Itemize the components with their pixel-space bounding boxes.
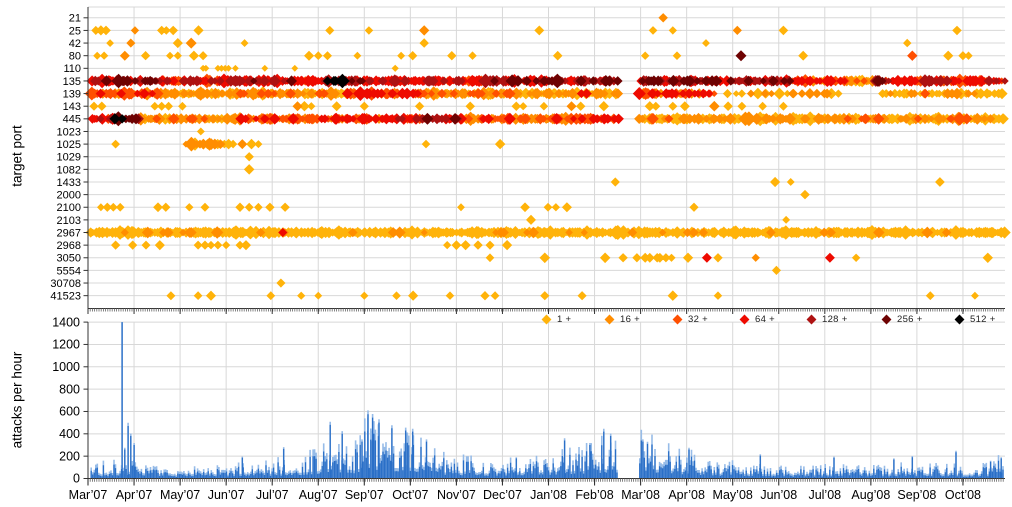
svg-text:May’08: May’08: [713, 488, 753, 502]
svg-text:200: 200: [59, 449, 80, 463]
svg-text:Sep’07: Sep’07: [345, 488, 384, 502]
svg-text:2968: 2968: [57, 240, 81, 252]
svg-text:21: 21: [69, 13, 81, 25]
svg-text:135: 135: [63, 76, 81, 88]
port-row-21-markers: [658, 13, 668, 22]
bottom-panel-grid: [88, 322, 1005, 478]
port-row-1023-markers: [197, 128, 205, 136]
svg-text:80: 80: [69, 51, 81, 63]
svg-text:110: 110: [63, 63, 81, 75]
svg-text:Sep’08: Sep’08: [897, 488, 936, 502]
svg-text:1433: 1433: [57, 177, 81, 189]
attacks-axis-tick-labels: 0 200 400 600 800 1000 1200 1400: [52, 315, 80, 485]
svg-text:2000: 2000: [57, 190, 81, 202]
svg-text:1200: 1200: [52, 338, 80, 352]
svg-text:600: 600: [59, 405, 80, 419]
attacks-per-hour-axis-title: attacks per hour: [10, 352, 25, 449]
svg-text:400: 400: [59, 427, 80, 441]
svg-text:Jun’07: Jun’07: [208, 488, 245, 502]
svg-text:Jul’07: Jul’07: [256, 488, 289, 502]
svg-text:5554: 5554: [57, 265, 81, 277]
port-axis-labels: 2125428011013513914344510231025102910821…: [50, 13, 81, 303]
svg-text:Jan’08: Jan’08: [530, 488, 567, 502]
svg-text:Aug’07: Aug’07: [299, 488, 338, 502]
svg-text:2103: 2103: [57, 215, 81, 227]
svg-text:2967: 2967: [57, 227, 81, 239]
month-axis-labels: Mar’07 Apr’07 May’07 Jun’07 Jul’07 Aug’07 Sep’…: [69, 488, 981, 502]
svg-text:41523: 41523: [50, 291, 81, 303]
svg-text:Oct’08: Oct’08: [945, 488, 981, 502]
svg-text:May’07: May’07: [160, 488, 200, 502]
svg-text:143: 143: [63, 101, 81, 113]
port-row-5554-markers: [772, 266, 781, 275]
svg-text:25: 25: [69, 25, 81, 37]
charts-canvas: 2125428011013513914344510231025102910821…: [0, 0, 1012, 507]
attack-rate-bars: [91, 322, 1003, 478]
svg-text:Apr’08: Apr’08: [668, 488, 705, 502]
svg-text:Mar’08: Mar’08: [621, 488, 660, 502]
svg-text:Jul’08: Jul’08: [808, 488, 841, 502]
svg-text:Jun’08: Jun’08: [760, 488, 797, 502]
svg-text:3050: 3050: [57, 253, 81, 265]
attack-traffic-dashboard: target port attacks per hour 21254280110…: [0, 0, 1012, 507]
svg-text:1400: 1400: [52, 315, 80, 329]
svg-text:0: 0: [73, 472, 80, 486]
svg-text:1000: 1000: [52, 360, 80, 374]
top-panel-grid: [88, 7, 1005, 309]
svg-text:1029: 1029: [57, 152, 81, 164]
port-row-1029-markers: [245, 152, 254, 161]
port-row-2000-markers: [800, 190, 810, 200]
svg-text:Dec’07: Dec’07: [483, 488, 522, 502]
svg-text:Apr’07: Apr’07: [116, 488, 153, 502]
svg-text:Aug’08: Aug’08: [851, 488, 890, 502]
svg-text:1082: 1082: [57, 164, 81, 176]
svg-text:800: 800: [59, 382, 80, 396]
top-panel-axis: [84, 7, 1006, 314]
port-row-30708-markers: [276, 279, 285, 288]
svg-text:1025: 1025: [57, 139, 81, 151]
svg-text:1023: 1023: [57, 126, 81, 138]
target-port-axis-title: target port: [10, 125, 25, 187]
svg-text:42: 42: [69, 38, 81, 50]
svg-text:Mar’07: Mar’07: [69, 488, 108, 502]
port-row-1082-markers: [244, 164, 255, 175]
svg-text:445: 445: [63, 114, 81, 126]
svg-text:Feb’08: Feb’08: [575, 488, 613, 502]
svg-text:Oct’07: Oct’07: [392, 488, 428, 502]
svg-text:Nov’07: Nov’07: [437, 488, 476, 502]
svg-text:2100: 2100: [57, 202, 81, 214]
svg-text:139: 139: [63, 88, 81, 100]
svg-text:30708: 30708: [50, 278, 81, 290]
